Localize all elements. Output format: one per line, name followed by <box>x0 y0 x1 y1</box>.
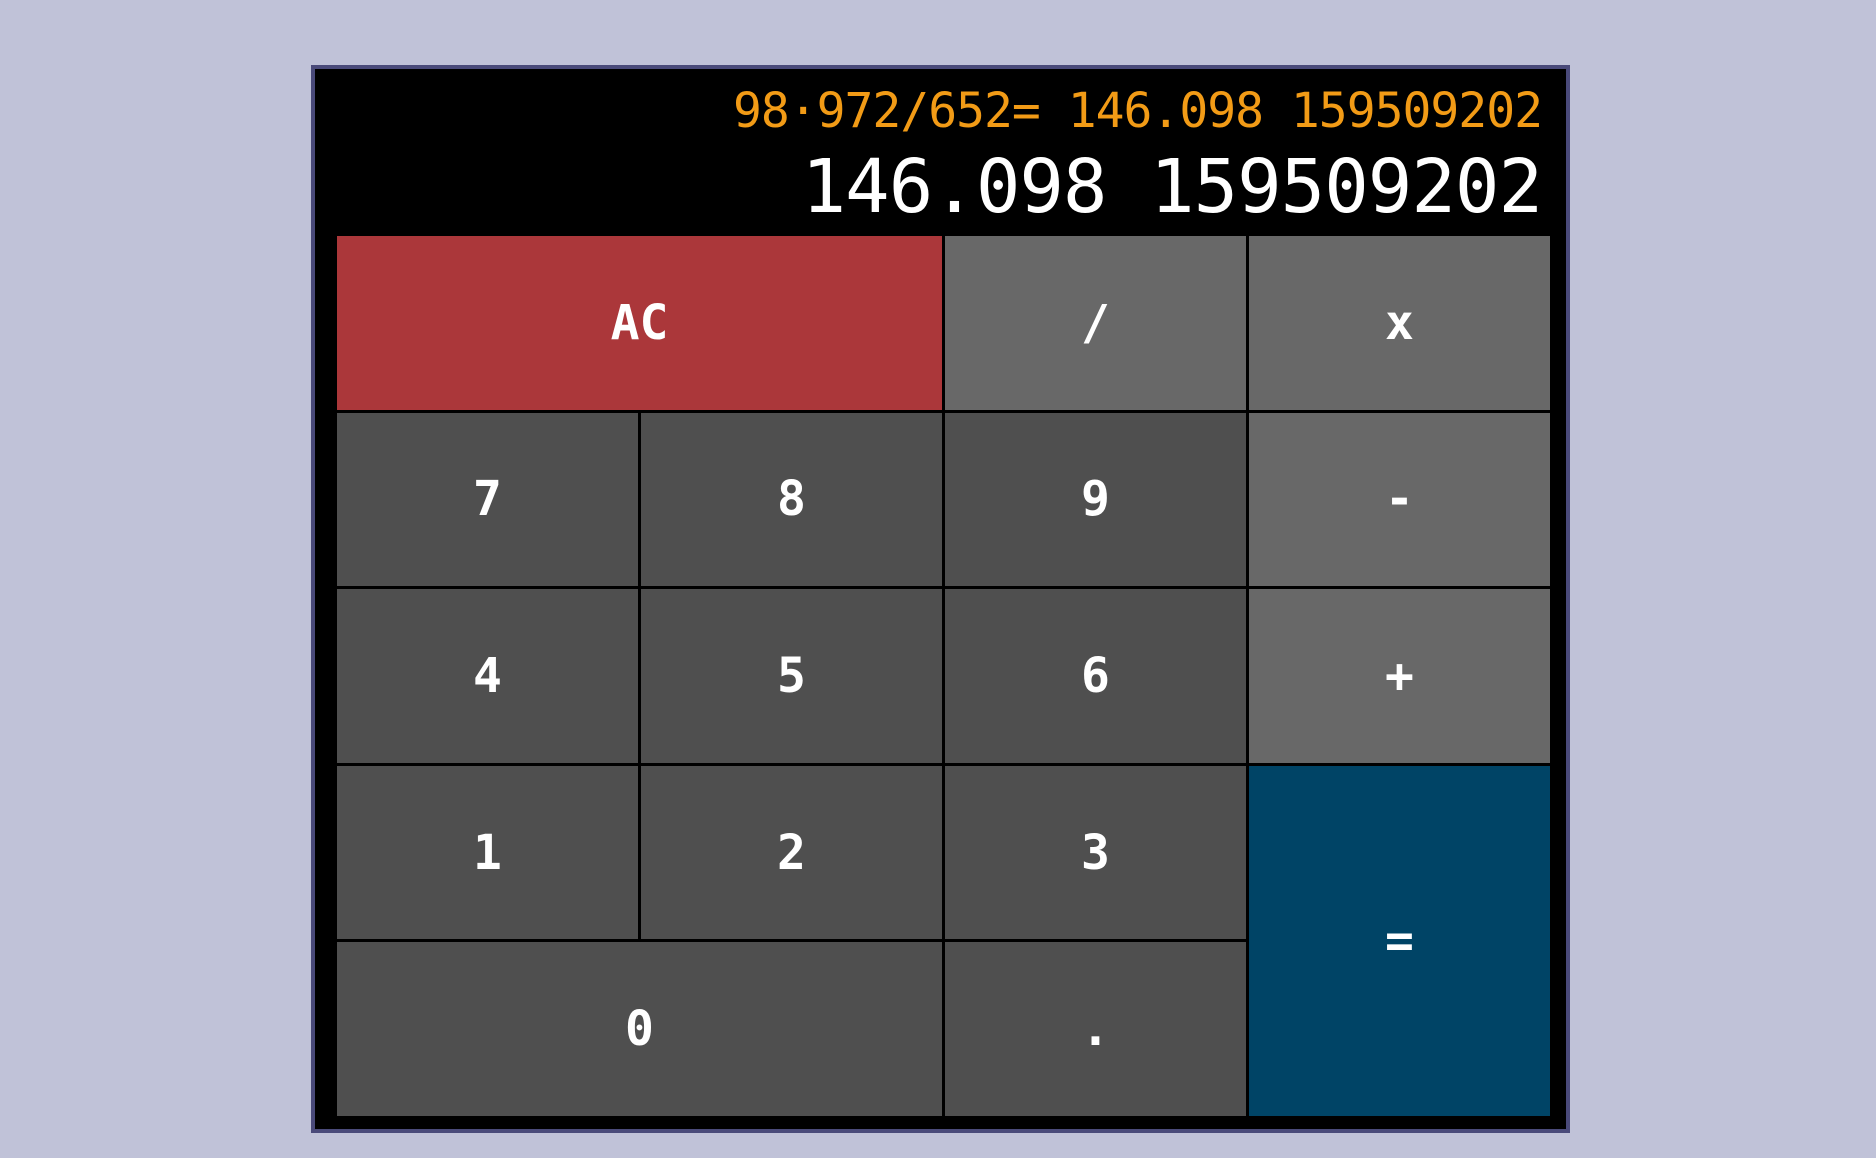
multiply-button[interactable]: x <box>1249 236 1550 410</box>
result-display: 146.098 159509202 <box>801 144 1543 230</box>
digit-0-button[interactable]: 0 <box>337 942 942 1116</box>
calculator: 98·972/652= 146.098 159509202 146.098 15… <box>311 65 1570 1133</box>
decimal-button[interactable]: . <box>945 942 1246 1116</box>
digit-4-button[interactable]: 4 <box>337 589 638 763</box>
display: 98·972/652= 146.098 159509202 146.098 15… <box>315 69 1566 234</box>
digit-2-button[interactable]: 2 <box>641 765 942 940</box>
subtract-button[interactable]: - <box>1249 412 1550 587</box>
clear-button[interactable]: AC <box>337 236 942 410</box>
divide-button[interactable]: / <box>945 236 1246 410</box>
keypad: AC / x 7 8 9 - 4 5 6 + 1 2 3 = 0 . <box>337 236 1550 1116</box>
digit-6-button[interactable]: 6 <box>945 589 1246 763</box>
add-button[interactable]: + <box>1249 589 1550 763</box>
equals-button[interactable]: = <box>1249 765 1550 1116</box>
digit-9-button[interactable]: 9 <box>945 412 1246 587</box>
digit-1-button[interactable]: 1 <box>337 765 638 940</box>
expression-display: 98·972/652= 146.098 159509202 <box>732 83 1543 139</box>
digit-3-button[interactable]: 3 <box>945 765 1246 940</box>
digit-7-button[interactable]: 7 <box>337 412 638 587</box>
digit-8-button[interactable]: 8 <box>641 412 942 587</box>
digit-5-button[interactable]: 5 <box>641 589 942 763</box>
